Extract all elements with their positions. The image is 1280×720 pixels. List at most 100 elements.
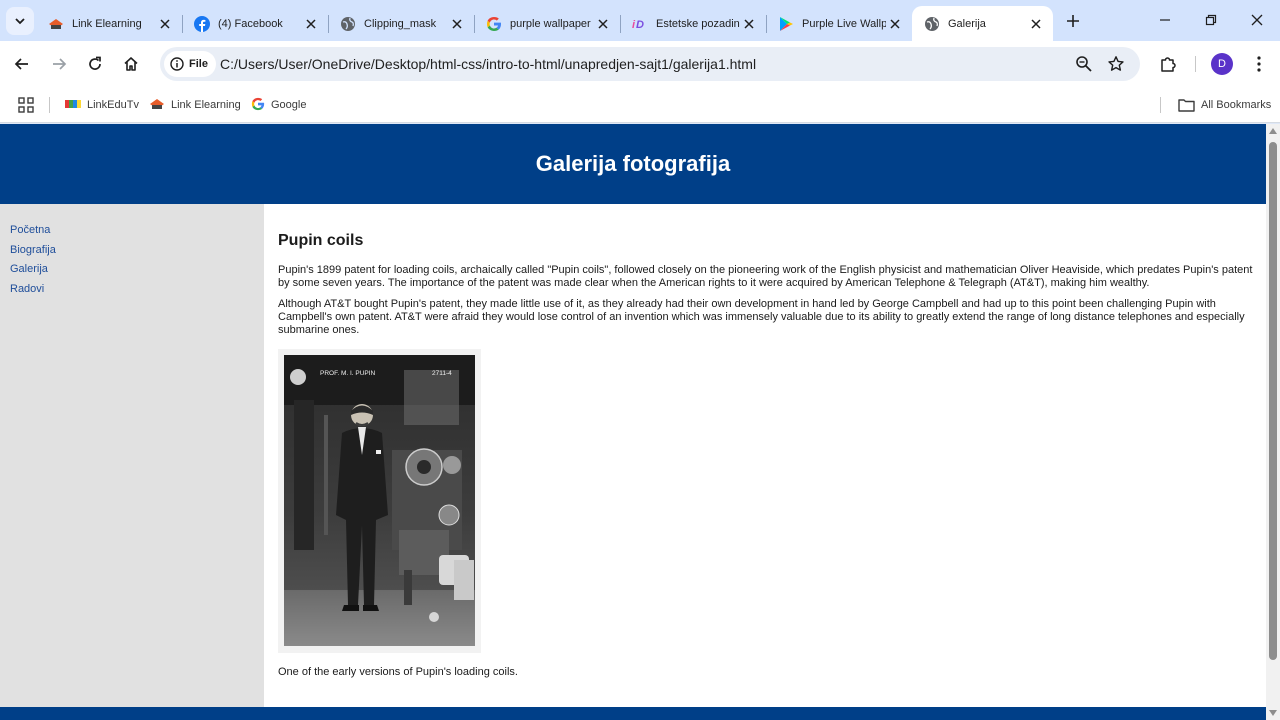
tab-galerija[interactable]: Galerija xyxy=(912,6,1053,41)
profile-button[interactable]: D xyxy=(1208,50,1236,78)
site-header: Galerija fotografija xyxy=(0,124,1266,204)
google-icon xyxy=(251,97,265,114)
browser-toolbar: File C:/Users/User/OneDrive/Desktop/html… xyxy=(0,41,1280,87)
forward-button[interactable] xyxy=(45,50,73,78)
kebab-menu-icon xyxy=(1257,56,1261,72)
photo-frame: PROF. M. I. PUPIN 2711-4 xyxy=(278,349,481,653)
bookmark-link-elearning[interactable]: Link Elearning xyxy=(149,95,241,115)
scroll-down-arrow-icon[interactable] xyxy=(1269,709,1277,717)
back-button[interactable] xyxy=(8,50,36,78)
link-elearning-icon xyxy=(149,97,165,114)
close-window-button[interactable] xyxy=(1234,8,1280,32)
close-icon[interactable] xyxy=(886,15,904,33)
close-icon xyxy=(1251,14,1263,26)
nav-link-biografija[interactable]: Biografija xyxy=(10,244,254,258)
close-icon[interactable] xyxy=(156,15,174,33)
main-content: Pupin coils Pupin's 1899 patent for load… xyxy=(278,204,1253,687)
chevron-down-icon xyxy=(15,18,25,25)
restore-icon xyxy=(1205,14,1217,26)
site-footer xyxy=(0,707,1266,720)
tab-strip: Link Elearning (4) Facebook Clipping_mas… xyxy=(0,0,1280,41)
page-title: Galerija fotografija xyxy=(535,151,731,176)
tab-title: Purple Live Wallpapers xyxy=(802,17,886,30)
bookmark-star-icon[interactable] xyxy=(1106,54,1126,74)
address-bar[interactable]: File C:/Users/User/OneDrive/Desktop/html… xyxy=(160,47,1140,81)
tab-title: purple wallpaper xyxy=(510,17,591,30)
photo-caption-label: PROF. M. I. PUPIN xyxy=(320,370,376,377)
bookmark-linkedutv[interactable]: LinkEduTv xyxy=(65,95,139,115)
tab-search-button[interactable] xyxy=(6,7,34,35)
tab-facebook[interactable]: (4) Facebook xyxy=(182,6,329,41)
minimize-icon xyxy=(1160,19,1170,21)
linkedutv-icon xyxy=(65,98,81,113)
svg-text:D: D xyxy=(636,19,644,31)
reload-button[interactable] xyxy=(81,50,109,78)
avatar: D xyxy=(1211,53,1233,75)
article-paragraph: Although AT&T bought Pupin's patent, the… xyxy=(278,298,1245,336)
minimize-button[interactable] xyxy=(1142,8,1188,32)
close-icon[interactable] xyxy=(1027,15,1045,33)
site-info-label: File xyxy=(189,58,208,70)
scrollbar-thumb[interactable] xyxy=(1269,142,1277,660)
close-icon[interactable] xyxy=(302,15,320,33)
tab-title: Galerija xyxy=(948,17,986,30)
bookmark-label: LinkEduTv xyxy=(87,99,139,111)
toolbar-divider xyxy=(1195,56,1196,72)
bookmark-label: Link Elearning xyxy=(171,99,241,111)
nav-link-galerija[interactable]: Galerija xyxy=(10,263,254,277)
info-icon xyxy=(170,57,184,71)
tab-title: (4) Facebook xyxy=(218,17,283,30)
folder-icon xyxy=(1178,99,1195,112)
extensions-button[interactable] xyxy=(1154,50,1182,78)
site-info-chip[interactable]: File xyxy=(164,51,216,77)
home-icon xyxy=(124,57,138,71)
arrow-right-icon xyxy=(53,58,67,70)
restore-button[interactable] xyxy=(1188,8,1234,32)
estetske-icon: iD xyxy=(632,16,648,32)
site-sidebar: Početna Biografija Galerija Radovi xyxy=(0,204,264,707)
link-elearning-icon xyxy=(48,16,64,32)
bookmarks-divider xyxy=(49,97,50,113)
photo-number-label: 2711-4 xyxy=(432,370,452,377)
bookmark-label: Google xyxy=(271,99,307,111)
arrow-left-icon xyxy=(14,58,28,70)
scroll-up-arrow-icon[interactable] xyxy=(1269,127,1277,135)
google-icon xyxy=(486,16,502,32)
globe-icon xyxy=(924,16,940,32)
bookmarks-bar: LinkEduTv Link Elearning Google All Book… xyxy=(0,87,1280,123)
all-bookmarks-button[interactable]: All Bookmarks xyxy=(1178,95,1271,115)
article-paragraph: Pupin's 1899 patent for loading coils, a… xyxy=(278,264,1253,289)
photo-caption: One of the early versions of Pupin's loa… xyxy=(278,666,518,678)
all-bookmarks-label: All Bookmarks xyxy=(1201,99,1272,111)
tab-link-elearning[interactable]: Link Elearning xyxy=(36,6,183,41)
home-button[interactable] xyxy=(117,50,145,78)
new-tab-button[interactable] xyxy=(1062,10,1084,32)
tab-purple-live-wallpapers[interactable]: Purple Live Wallpapers xyxy=(766,6,912,41)
bookmarks-divider xyxy=(1160,97,1161,113)
tab-estetske-pozadine[interactable]: iD Estetske pozadine xyxy=(620,6,767,41)
pupin-photo: PROF. M. I. PUPIN 2711-4 xyxy=(284,355,475,646)
tab-purple-wallpaper[interactable]: purple wallpaper xyxy=(474,6,621,41)
close-icon[interactable] xyxy=(740,15,758,33)
tab-title: Estetske pozadine xyxy=(656,17,740,30)
article-heading: Pupin coils xyxy=(278,232,364,249)
close-icon[interactable] xyxy=(594,15,612,33)
zoom-icon[interactable] xyxy=(1074,54,1094,74)
page-viewport: Galerija fotografija Početna Biografija … xyxy=(0,124,1266,720)
puzzle-icon xyxy=(1161,57,1176,72)
apps-grid-icon xyxy=(18,97,34,113)
plus-icon xyxy=(1067,15,1079,27)
bookmark-google[interactable]: Google xyxy=(251,95,306,115)
apps-button[interactable] xyxy=(18,95,34,115)
url-text[interactable]: C:/Users/User/OneDrive/Desktop/html-css/… xyxy=(220,56,756,72)
tab-title: Link Elearning xyxy=(72,17,142,30)
globe-icon xyxy=(340,16,356,32)
page-scrollbar[interactable] xyxy=(1266,124,1280,720)
tab-title: Clipping_mask xyxy=(364,17,437,30)
nav-link-pocetna[interactable]: Početna xyxy=(10,224,254,238)
play-store-icon xyxy=(778,16,794,32)
tab-clipping-mask[interactable]: Clipping_mask xyxy=(328,6,475,41)
nav-link-radovi[interactable]: Radovi xyxy=(10,283,254,297)
close-icon[interactable] xyxy=(448,15,466,33)
menu-button[interactable] xyxy=(1245,50,1273,78)
